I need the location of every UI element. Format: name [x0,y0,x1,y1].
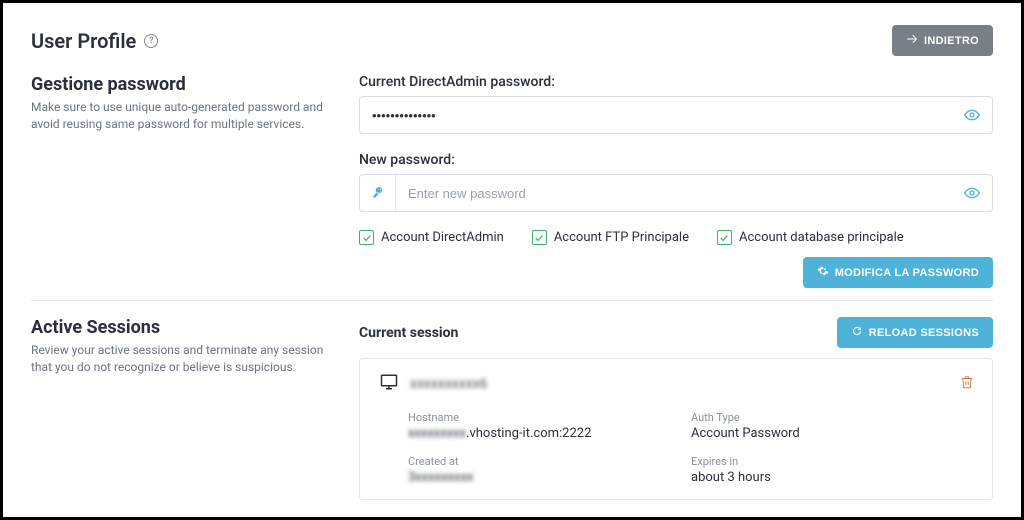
password-heading: Gestione password [31,74,331,95]
created-label: Created at [408,455,691,468]
new-password-input-wrap [359,174,993,212]
checkbox-ftp[interactable]: Account FTP Principale [532,230,689,245]
checkbox-database[interactable]: Account database principale [717,230,904,245]
password-desc: Make sure to use unique auto-generated p… [31,99,331,133]
new-password-input[interactable] [396,186,952,201]
authtype-label: Auth Type [691,411,974,424]
sessions-desc: Review your active sessions and terminat… [31,342,331,376]
session-card: xxxxxxxxxx6 Hostname xxxxxxxxx.vhosting-… [359,358,993,500]
desktop-icon [378,373,400,395]
check-icon [359,230,374,245]
back-button[interactable]: INDIETRO [892,25,993,56]
eye-icon[interactable] [952,185,992,201]
new-password-label: New password: [359,152,993,168]
expires-value: about 3 hours [691,470,974,485]
current-password-label: Current DirectAdmin password: [359,74,993,90]
reload-sessions-label: RELOAD SESSIONS [869,327,979,339]
reload-sessions-button[interactable]: RELOAD SESSIONS [837,317,993,348]
check-icon [532,230,547,245]
change-password-button[interactable]: MODIFICA LA PASSWORD [803,257,993,288]
reload-icon [851,325,863,340]
arrow-icon [906,33,918,48]
session-ip: xxxxxxxxxx6 [410,376,487,392]
page-title: User Profile ? [31,29,158,53]
delete-session-button[interactable] [960,374,974,394]
eye-icon[interactable] [952,107,992,123]
checkbox-directadmin[interactable]: Account DirectAdmin [359,230,504,245]
current-password-input-wrap [359,96,993,134]
expires-label: Expires in [691,455,974,468]
hostname-label: Hostname [408,411,691,424]
checkbox-database-label: Account database principale [739,230,904,245]
created-value: 3xxxxxxxxx [408,470,691,485]
sessions-heading: Active Sessions [31,317,331,338]
checkbox-ftp-label: Account FTP Principale [554,230,689,245]
page-title-text: User Profile [31,29,136,53]
divider [31,300,993,301]
hostname-value: xxxxxxxxx.vhosting-it.com:2222 [408,426,691,441]
gear-icon [817,265,829,280]
back-button-label: INDIETRO [924,35,979,47]
current-password-input[interactable] [360,108,952,123]
current-session-title: Current session [359,325,458,341]
help-icon[interactable]: ? [144,34,158,48]
checkbox-directadmin-label: Account DirectAdmin [381,230,504,245]
change-password-label: MODIFICA LA PASSWORD [835,267,979,279]
check-icon [717,230,732,245]
authtype-value: Account Password [691,426,974,441]
generate-password-icon[interactable] [360,175,396,211]
